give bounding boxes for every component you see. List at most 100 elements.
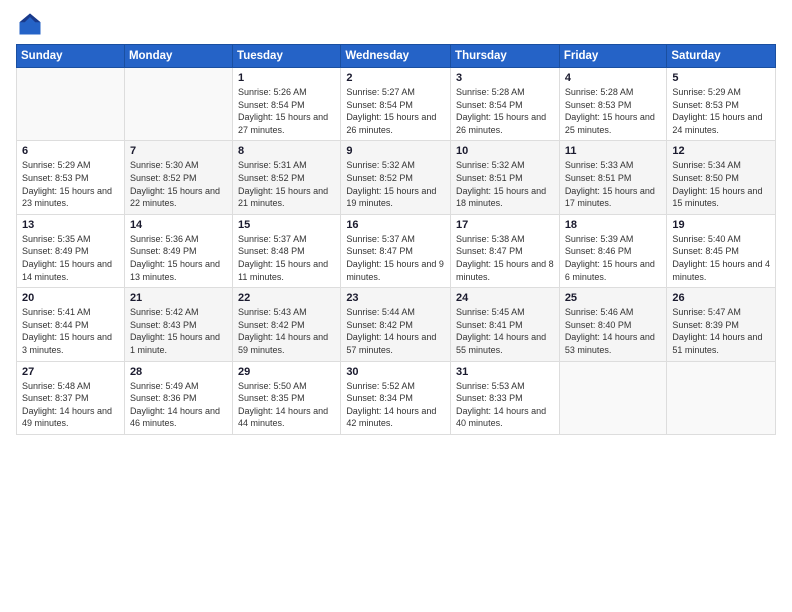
calendar-cell: 12 Sunrise: 5:34 AMSunset: 8:50 PMDayligh… [667,141,776,214]
day-detail: Sunrise: 5:37 AMSunset: 8:47 PMDaylight:… [346,233,445,283]
calendar-cell [124,68,232,141]
calendar-cell: 7 Sunrise: 5:30 AMSunset: 8:52 PMDaylight… [124,141,232,214]
calendar-cell: 31 Sunrise: 5:53 AMSunset: 8:33 PMDayligh… [451,361,560,434]
calendar-cell: 17 Sunrise: 5:38 AMSunset: 8:47 PMDayligh… [451,214,560,287]
logo [16,10,48,38]
calendar-cell: 4Sunrise: 5:28 AMSunset: 8:53 PMDaylight… [559,68,667,141]
calendar-cell: 21 Sunrise: 5:42 AMSunset: 8:43 PMDayligh… [124,288,232,361]
week-row-5: 27 Sunrise: 5:48 AMSunset: 8:37 PMDayligh… [17,361,776,434]
week-row-3: 13 Sunrise: 5:35 AMSunset: 8:49 PMDayligh… [17,214,776,287]
day-number: 22 [238,292,335,304]
day-detail: Sunrise: 5:47 AMSunset: 8:39 PMDaylight:… [672,306,770,356]
day-number: 6 [22,145,119,157]
day-number: 24 [456,292,554,304]
day-detail: Sunrise: 5:39 AMSunset: 8:46 PMDaylight:… [565,233,662,283]
day-detail: Sunrise: 5:53 AMSunset: 8:33 PMDaylight:… [456,380,554,430]
calendar-cell: 8Sunrise: 5:31 AMSunset: 8:52 PMDaylight… [233,141,341,214]
calendar-cell: 29Sunrise: 5:50 AMSunset: 8:35 PMDayligh… [233,361,341,434]
day-detail: Sunrise: 5:41 AMSunset: 8:44 PMDaylight:… [22,306,119,356]
day-number: 14 [130,219,227,231]
day-number: 27 [22,366,119,378]
calendar-cell: 2Sunrise: 5:27 AMSunset: 8:54 PMDaylight… [341,68,451,141]
day-number: 5 [672,72,770,84]
day-detail: Sunrise: 5:43 AMSunset: 8:42 PMDaylight:… [238,306,335,356]
calendar-cell: 28Sunrise: 5:49 AMSunset: 8:36 PMDayligh… [124,361,232,434]
day-number: 13 [22,219,119,231]
day-detail: Sunrise: 5:46 AMSunset: 8:40 PMDaylight:… [565,306,662,356]
col-header-friday: Friday [559,45,667,68]
day-number: 18 [565,219,662,231]
logo-icon [16,10,44,38]
calendar-cell: 1 Sunrise: 5:26 AMSunset: 8:54 PMDaylight… [233,68,341,141]
day-detail: Sunrise: 5:33 AMSunset: 8:51 PMDaylight:… [565,159,662,209]
calendar-cell [667,361,776,434]
calendar-cell: 10Sunrise: 5:32 AMSunset: 8:51 PMDayligh… [451,141,560,214]
col-header-tuesday: Tuesday [233,45,341,68]
calendar-cell: 24 Sunrise: 5:45 AMSunset: 8:41 PMDayligh… [451,288,560,361]
day-detail: Sunrise: 5:42 AMSunset: 8:43 PMDaylight:… [130,306,227,356]
week-row-1: 1 Sunrise: 5:26 AMSunset: 8:54 PMDaylight… [17,68,776,141]
col-header-saturday: Saturday [667,45,776,68]
calendar-cell: 15Sunrise: 5:37 AMSunset: 8:48 PMDayligh… [233,214,341,287]
day-detail: Sunrise: 5:26 AMSunset: 8:54 PMDaylight:… [238,86,335,136]
calendar-cell: 16 Sunrise: 5:37 AMSunset: 8:47 PMDayligh… [341,214,451,287]
day-detail: Sunrise: 5:35 AMSunset: 8:49 PMDaylight:… [22,233,119,283]
day-number: 16 [346,219,445,231]
day-number: 20 [22,292,119,304]
calendar-header-row: SundayMondayTuesdayWednesdayThursdayFrid… [17,45,776,68]
calendar-cell: 18 Sunrise: 5:39 AMSunset: 8:46 PMDayligh… [559,214,667,287]
calendar-cell: 19Sunrise: 5:40 AMSunset: 8:45 PMDayligh… [667,214,776,287]
week-row-2: 6 Sunrise: 5:29 AMSunset: 8:53 PMDaylight… [17,141,776,214]
day-detail: Sunrise: 5:45 AMSunset: 8:41 PMDaylight:… [456,306,554,356]
page-header [16,10,776,38]
day-detail: Sunrise: 5:30 AMSunset: 8:52 PMDaylight:… [130,159,227,209]
calendar-cell: 13 Sunrise: 5:35 AMSunset: 8:49 PMDayligh… [17,214,125,287]
day-number: 28 [130,366,227,378]
calendar-cell [17,68,125,141]
day-number: 1 [238,72,335,84]
day-detail: Sunrise: 5:28 AMSunset: 8:54 PMDaylight:… [456,86,554,136]
day-number: 7 [130,145,227,157]
calendar-table: SundayMondayTuesdayWednesdayThursdayFrid… [16,44,776,435]
day-detail: Sunrise: 5:34 AMSunset: 8:50 PMDaylight:… [672,159,770,209]
calendar-cell: 30Sunrise: 5:52 AMSunset: 8:34 PMDayligh… [341,361,451,434]
day-number: 2 [346,72,445,84]
col-header-thursday: Thursday [451,45,560,68]
day-detail: Sunrise: 5:48 AMSunset: 8:37 PMDaylight:… [22,380,119,430]
calendar-cell: 23 Sunrise: 5:44 AMSunset: 8:42 PMDayligh… [341,288,451,361]
calendar-cell: 6 Sunrise: 5:29 AMSunset: 8:53 PMDaylight… [17,141,125,214]
calendar-cell [559,361,667,434]
day-number: 30 [346,366,445,378]
calendar-cell: 27 Sunrise: 5:48 AMSunset: 8:37 PMDayligh… [17,361,125,434]
day-number: 12 [672,145,770,157]
calendar-cell: 5 Sunrise: 5:29 AMSunset: 8:53 PMDaylight… [667,68,776,141]
calendar-cell: 26 Sunrise: 5:47 AMSunset: 8:39 PMDayligh… [667,288,776,361]
day-number: 23 [346,292,445,304]
day-number: 29 [238,366,335,378]
day-number: 21 [130,292,227,304]
day-number: 26 [672,292,770,304]
day-detail: Sunrise: 5:36 AMSunset: 8:49 PMDaylight:… [130,233,227,283]
day-detail: Sunrise: 5:44 AMSunset: 8:42 PMDaylight:… [346,306,445,356]
calendar-cell: 14 Sunrise: 5:36 AMSunset: 8:49 PMDayligh… [124,214,232,287]
col-header-wednesday: Wednesday [341,45,451,68]
day-detail: Sunrise: 5:40 AMSunset: 8:45 PMDaylight:… [672,233,770,283]
calendar-cell: 25 Sunrise: 5:46 AMSunset: 8:40 PMDayligh… [559,288,667,361]
day-detail: Sunrise: 5:29 AMSunset: 8:53 PMDaylight:… [672,86,770,136]
week-row-4: 20 Sunrise: 5:41 AMSunset: 8:44 PMDayligh… [17,288,776,361]
day-detail: Sunrise: 5:31 AMSunset: 8:52 PMDaylight:… [238,159,335,209]
calendar-cell: 11 Sunrise: 5:33 AMSunset: 8:51 PMDayligh… [559,141,667,214]
calendar-cell: 3 Sunrise: 5:28 AMSunset: 8:54 PMDaylight… [451,68,560,141]
col-header-monday: Monday [124,45,232,68]
day-detail: Sunrise: 5:37 AMSunset: 8:48 PMDaylight:… [238,233,335,283]
day-number: 31 [456,366,554,378]
calendar-cell: 9Sunrise: 5:32 AMSunset: 8:52 PMDaylight… [341,141,451,214]
day-number: 25 [565,292,662,304]
day-number: 17 [456,219,554,231]
day-detail: Sunrise: 5:29 AMSunset: 8:53 PMDaylight:… [22,159,119,209]
day-number: 3 [456,72,554,84]
day-detail: Sunrise: 5:38 AMSunset: 8:47 PMDaylight:… [456,233,554,283]
day-number: 11 [565,145,662,157]
day-number: 10 [456,145,554,157]
day-number: 4 [565,72,662,84]
